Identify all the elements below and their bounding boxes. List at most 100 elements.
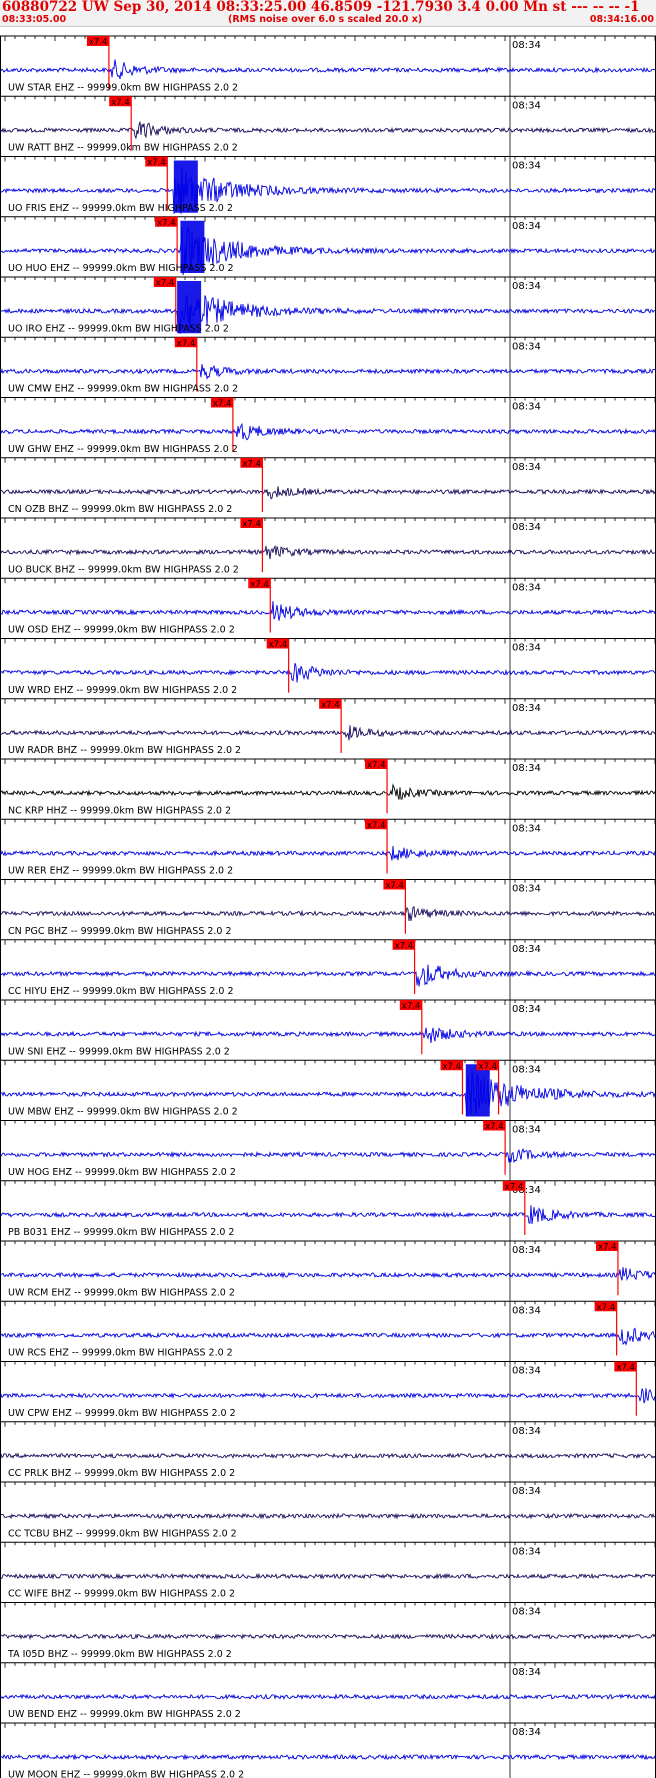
minute-mark-label: 08:34 <box>512 402 541 413</box>
minute-mark-label: 08:34 <box>512 100 541 111</box>
trace-label: NC KRP HHZ -- 99999.0km BW HIGHPASS 2.0 … <box>8 805 231 816</box>
waveform-trace <box>0 1512 656 1520</box>
time-ticks <box>4 397 656 403</box>
minute-mark-label: 08:34 <box>512 1486 541 1497</box>
minute-mark-label: 08:34 <box>512 1064 541 1075</box>
waveform-trace <box>0 486 656 500</box>
pick-label: x7.4 <box>485 1122 504 1132</box>
trace-label: CC WIFE BHZ -- 99999.0km BW HIGHPASS 2.0… <box>8 1589 235 1600</box>
trace-label: UO IRO EHZ -- 99999.0km BW HIGHPASS 2.0 … <box>8 323 229 334</box>
waveform-trace <box>0 544 656 560</box>
time-ticks <box>4 156 656 162</box>
trace-label: UW GHW EHZ -- 99999.0km BW HIGHPASS 2.0 … <box>8 444 238 455</box>
pick-label: x7.4 <box>479 1062 498 1072</box>
pick-label: x7.4 <box>213 399 232 409</box>
pick-label: x7.4 <box>157 218 176 228</box>
trace-label: UW RADR BHZ -- 99999.0km BW HIGHPASS 2.0… <box>8 745 241 756</box>
time-ticks <box>4 1723 656 1728</box>
pick-label: x7.4 <box>242 520 261 530</box>
pick-label: x7.4 <box>402 1002 421 1012</box>
time-ticks <box>4 1000 656 1005</box>
trace-label: UW HOG EHZ -- 99999.0km BW HIGHPASS 2.0 … <box>8 1167 236 1178</box>
time-ticks <box>4 819 656 825</box>
trace-label: CC HIYU EHZ -- 99999.0km BW HIGHPASS 2.0… <box>8 986 234 997</box>
waveform-trace <box>0 1027 656 1043</box>
pick-label: x7.4 <box>250 580 269 590</box>
waveform-trace <box>0 1205 656 1225</box>
minute-mark-label: 08:34 <box>512 221 541 232</box>
waveform-trace <box>0 1693 656 1701</box>
pick-label: x7.4 <box>597 1303 616 1313</box>
waveform-trace <box>0 422 656 441</box>
minute-mark-label: 08:34 <box>512 281 541 292</box>
trace-label: UW CPW EHZ -- 99999.0km BW HIGHPASS 2.0 … <box>8 1408 236 1419</box>
time-ticks <box>4 1241 656 1246</box>
event-title: 60880722 UW Sep 30, 2014 08:33:25.00 46.… <box>2 0 640 15</box>
minute-mark-label: 08:34 <box>512 763 541 774</box>
minute-mark-label: 08:34 <box>512 161 541 172</box>
waveform-trace <box>0 845 656 861</box>
waveform-trace <box>0 1327 656 1346</box>
pick-label: x7.4 <box>616 1363 635 1373</box>
waveform-trace <box>0 121 656 139</box>
trace-label: UW RCM EHZ -- 99999.0km BW HIGHPASS 2.0 … <box>8 1287 235 1298</box>
trace-label: CN OZB BHZ -- 99999.0km BW HIGHPASS 2.0 … <box>8 504 232 515</box>
pick-label: x7.4 <box>269 640 288 650</box>
minute-mark-label: 08:34 <box>512 341 541 352</box>
trace-label: UW MOON EHZ -- 99999.0km BW HIGHPASS 2.0… <box>8 1769 244 1778</box>
trace-label: UO FRIS EHZ -- 99999.0km BW HIGHPASS 2.0… <box>8 203 233 214</box>
time-ticks <box>4 216 656 222</box>
minute-mark-label: 08:34 <box>512 1667 541 1678</box>
trace-label: UW OSD EHZ -- 99999.0km BW HIGHPASS 2.0 … <box>8 625 235 636</box>
pick-label: x7.4 <box>156 279 175 289</box>
time-ticks <box>4 1421 656 1427</box>
time-ticks <box>4 1542 656 1548</box>
trace-label: UW BEND EHZ -- 99999.0km BW HIGHPASS 2.0… <box>8 1709 241 1720</box>
time-ticks <box>4 1301 656 1307</box>
trace-label: UW MBW EHZ -- 99999.0km BW HIGHPASS 2.0 … <box>8 1107 238 1118</box>
minute-mark-label: 08:34 <box>512 1607 541 1618</box>
waveform-trace <box>0 601 656 621</box>
waveform-trace <box>0 725 656 741</box>
waveform-trace <box>0 1147 656 1164</box>
pick-label: x7.4 <box>395 941 414 951</box>
minute-mark-label: 08:34 <box>512 40 541 51</box>
time-ticks <box>4 879 656 885</box>
pick-label: x7.4 <box>598 1243 617 1253</box>
waveform-trace <box>0 59 656 80</box>
time-ticks <box>4 518 656 523</box>
time-ticks <box>4 759 656 764</box>
minute-mark-label: 08:34 <box>512 643 541 654</box>
time-ticks <box>4 1602 656 1608</box>
header-bar: 60880722 UW Sep 30, 2014 08:33:25.00 46.… <box>0 0 656 27</box>
minute-mark-label: 08:34 <box>512 1305 541 1316</box>
pick-label: x7.4 <box>367 761 386 771</box>
minute-mark-label: 08:34 <box>512 1546 541 1557</box>
start-time: 08:33:05.00 <box>2 14 67 25</box>
trace-label: UW CMW EHZ -- 99999.0km BW HIGHPASS 2.0 … <box>8 384 238 395</box>
time-ticks <box>4 1361 656 1367</box>
time-ticks <box>4 939 656 945</box>
minute-mark-label: 08:34 <box>512 1245 541 1256</box>
time-ticks <box>4 96 656 102</box>
trace-label: UW RCS EHZ -- 99999.0km BW HIGHPASS 2.0 … <box>8 1348 233 1359</box>
pick-label: x7.4 <box>89 38 108 48</box>
pick-label: x7.4 <box>385 881 404 891</box>
time-ticks <box>4 277 656 282</box>
trace-label: UW RER EHZ -- 99999.0km BW HIGHPASS 2.0 … <box>8 866 233 877</box>
time-ticks <box>4 638 656 644</box>
trace-label: CC PRLK BHZ -- 99999.0km BW HIGHPASS 2.0… <box>8 1468 235 1479</box>
trace-label: UW WRD EHZ -- 99999.0km BW HIGHPASS 2.0 … <box>8 685 237 696</box>
pick-label: x7.4 <box>242 459 261 469</box>
minute-mark-label: 08:34 <box>512 1727 541 1738</box>
trace-label: TA I05D BHZ -- 99999.0km BW HIGHPASS 2.0… <box>7 1649 232 1660</box>
waveform-trace <box>1 1267 656 1281</box>
minute-mark-label: 08:34 <box>512 944 541 955</box>
waveform-trace <box>0 783 656 800</box>
minute-mark-label: 08:34 <box>512 703 541 714</box>
clipped-signal <box>465 1064 490 1117</box>
pick-label: x7.4 <box>177 339 196 349</box>
pick-label: x7.4 <box>321 700 340 710</box>
minute-mark-label: 08:34 <box>512 1125 541 1136</box>
waveform-trace <box>0 1632 656 1641</box>
